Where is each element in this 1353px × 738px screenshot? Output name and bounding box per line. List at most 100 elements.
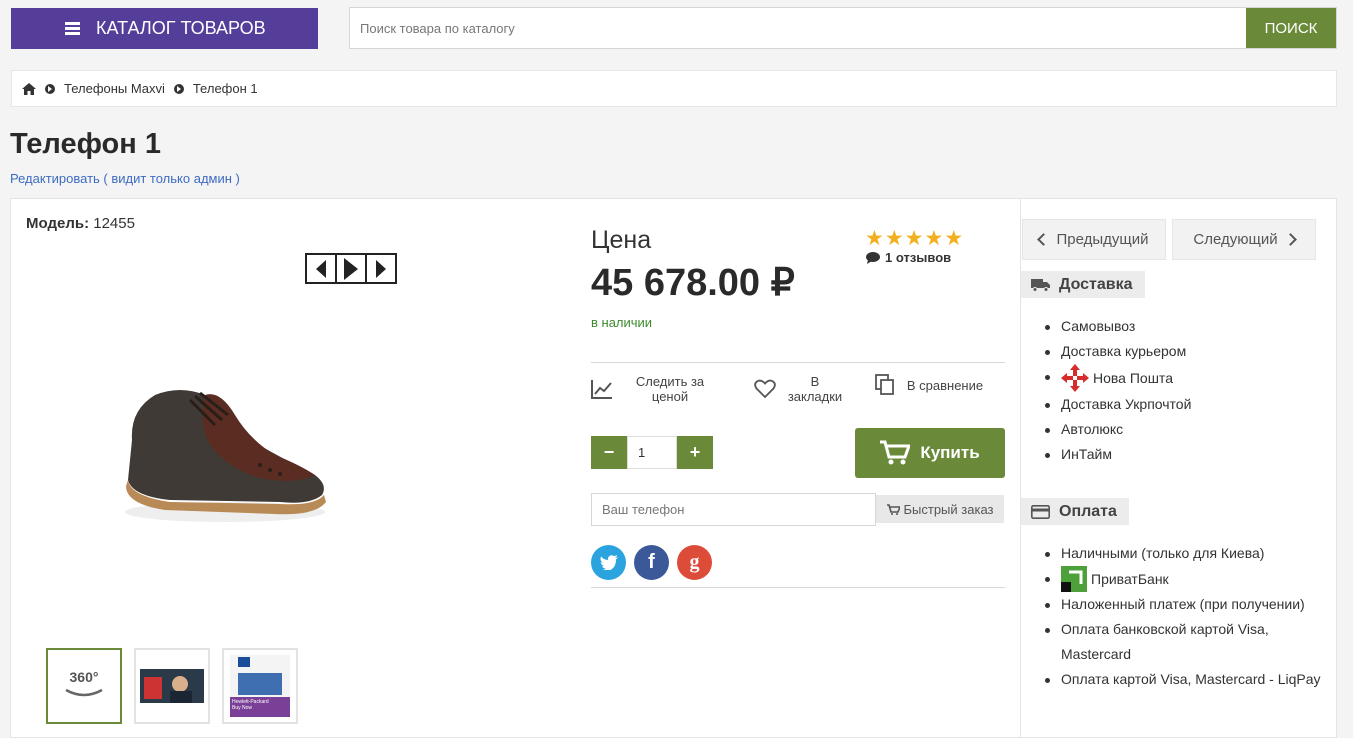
bookmark-action[interactable]: В закладки bbox=[754, 374, 844, 404]
next-label: Следующий bbox=[1193, 231, 1278, 248]
divider bbox=[591, 362, 1005, 363]
search-input[interactable] bbox=[350, 8, 1246, 48]
menu-icon bbox=[65, 20, 80, 37]
twitter-share-button[interactable] bbox=[591, 545, 626, 580]
thumbnail-photo[interactable] bbox=[134, 648, 210, 724]
copy-icon bbox=[875, 374, 894, 395]
quantity-increase-button[interactable]: + bbox=[677, 436, 713, 469]
list-item: Нова Пошта bbox=[1044, 364, 1191, 392]
chevron-right-icon bbox=[1283, 233, 1297, 246]
breadcrumb: Телефоны Maxvi Телефон 1 bbox=[11, 70, 1337, 107]
thumbnail-hp[interactable]: Hewlett-Packard Buy Now bbox=[222, 648, 298, 724]
quick-order-label: Быстрый заказ bbox=[903, 501, 994, 517]
next-product-button[interactable]: Следующий bbox=[1172, 219, 1316, 260]
list-item: Наложенный платеж (при получении) bbox=[1045, 592, 1323, 617]
privatbank-label: ПриватБанк bbox=[1091, 570, 1169, 587]
search-button[interactable]: ПОИСК bbox=[1246, 8, 1336, 48]
divider bbox=[591, 587, 1005, 588]
arrow-left-icon bbox=[316, 259, 326, 278]
previous-label: Предыдущий bbox=[1056, 231, 1149, 248]
edit-link[interactable]: Редактировать ( видит только админ ) bbox=[10, 171, 240, 186]
previous-product-button[interactable]: Предыдущий bbox=[1022, 219, 1166, 260]
list-item: Оплата картой Visa, Mastercard - LiqPay bbox=[1045, 667, 1323, 692]
price-value: 45 678.00 ₽ bbox=[591, 262, 795, 304]
star-icon: ★ bbox=[944, 227, 965, 250]
twitter-icon bbox=[599, 555, 618, 570]
truck-icon bbox=[1031, 278, 1050, 292]
thumbnail-360[interactable]: 360° bbox=[46, 648, 122, 724]
reviews-count: 1 отзывов bbox=[885, 250, 952, 265]
product-image[interactable] bbox=[110, 370, 340, 540]
catalog-label: КАТАЛОГ ТОВАРОВ bbox=[96, 18, 266, 38]
stock-status: в наличии bbox=[591, 315, 653, 330]
rotate-360-icon: 360° bbox=[69, 669, 99, 685]
buy-button[interactable]: Купить bbox=[855, 428, 1005, 478]
star-icon: ★ bbox=[865, 227, 885, 250]
phone-input[interactable]: Ваш телефон bbox=[591, 493, 876, 526]
google-share-button[interactable]: g bbox=[677, 545, 712, 580]
cart-icon bbox=[886, 503, 900, 515]
list-item: Оплата банковской картой Visa, Mastercar… bbox=[1045, 617, 1323, 667]
play-icon bbox=[344, 257, 358, 280]
catalog-button[interactable]: КАТАЛОГ ТОВАРОВ bbox=[11, 8, 318, 49]
delivery-section-title: Доставка bbox=[1021, 271, 1145, 298]
list-item: ИнТайм bbox=[1044, 442, 1191, 467]
price-label: Цена bbox=[591, 226, 652, 254]
star-icon: ★ bbox=[884, 227, 905, 250]
gallery-play-button[interactable] bbox=[337, 255, 367, 282]
privatbank-logo-icon bbox=[1061, 566, 1087, 592]
breadcrumb-item[interactable]: Телефоны Maxvi bbox=[64, 81, 165, 96]
cart-icon bbox=[880, 440, 911, 465]
facebook-icon: f bbox=[648, 551, 655, 573]
compare-label: В сравнение bbox=[906, 377, 984, 393]
search-bar: ПОИСК bbox=[349, 7, 1337, 49]
quick-order-button[interactable]: Быстрый заказ bbox=[876, 495, 1004, 523]
chevron-right-icon bbox=[45, 83, 55, 94]
page-title: Телефон 1 bbox=[10, 128, 161, 160]
credit-card-icon bbox=[1031, 504, 1050, 519]
list-item: Доставка курьером bbox=[1044, 339, 1191, 364]
bookmark-label: В закладки bbox=[787, 374, 843, 404]
gallery-controls bbox=[305, 253, 397, 284]
star-icon: ★ bbox=[904, 227, 925, 250]
list-item: ПриватБанк bbox=[1045, 566, 1323, 592]
chart-line-icon bbox=[591, 380, 612, 399]
model-label: Модель: bbox=[26, 215, 90, 232]
heart-icon bbox=[754, 379, 776, 399]
hp-logo-icon bbox=[238, 657, 250, 667]
photo-thumb-image bbox=[140, 669, 204, 703]
chevron-right-icon bbox=[173, 83, 184, 94]
list-item: Самовывоз bbox=[1044, 314, 1191, 339]
product-model: Модель: 12455 bbox=[26, 215, 135, 232]
track-price-action[interactable]: Следить за ценой bbox=[591, 374, 715, 404]
google-icon: g bbox=[689, 551, 700, 573]
home-icon[interactable] bbox=[22, 82, 36, 95]
payment-title: Оплата bbox=[1059, 502, 1117, 520]
quantity-decrease-button[interactable]: − bbox=[591, 436, 627, 469]
gallery-prev-button[interactable] bbox=[307, 255, 337, 282]
list-item: Доставка Укрпочтой bbox=[1044, 392, 1191, 417]
breadcrumb-item[interactable]: Телефон 1 bbox=[193, 81, 258, 96]
comment-icon bbox=[866, 251, 880, 264]
star-icon: ★ bbox=[924, 227, 945, 250]
track-price-label: Следить за ценой bbox=[635, 374, 705, 404]
quantity-input[interactable]: 1 bbox=[627, 436, 677, 469]
nova-poshta-logo-icon bbox=[1061, 364, 1089, 392]
buy-label: Купить bbox=[920, 443, 980, 462]
payment-section-title: Оплата bbox=[1021, 498, 1129, 525]
rating-stars[interactable]: ★★★★★ bbox=[865, 226, 964, 251]
model-value: 12455 bbox=[93, 215, 135, 232]
delivery-list: Самовывоз Доставка курьером Нова Пошта Д… bbox=[1044, 314, 1191, 467]
compare-action[interactable]: В сравнение bbox=[875, 374, 985, 396]
reviews-link[interactable]: 1 отзывов bbox=[866, 250, 951, 265]
payment-list: Наличными (только для Киева) ПриватБанк … bbox=[1045, 541, 1323, 692]
facebook-share-button[interactable]: f bbox=[634, 545, 669, 580]
hp-thumb-sublabel: Buy Now bbox=[232, 705, 253, 711]
arrow-right-icon bbox=[376, 259, 386, 278]
chevron-left-icon bbox=[1037, 233, 1051, 246]
nova-poshta-label: Нова Пошта bbox=[1093, 369, 1173, 386]
list-item: Автолюкс bbox=[1044, 417, 1191, 442]
gallery-next-button[interactable] bbox=[367, 255, 395, 282]
rotate-arrow-icon bbox=[65, 688, 103, 697]
delivery-title: Доставка bbox=[1059, 275, 1133, 293]
